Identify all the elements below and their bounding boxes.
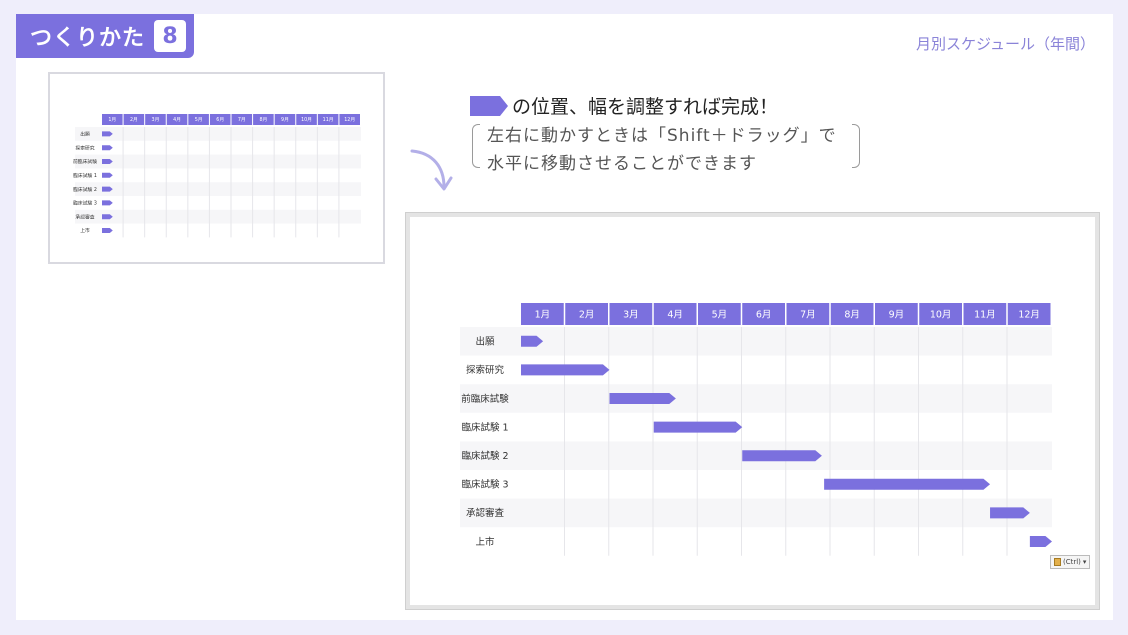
month-header-label: 6月 (756, 309, 772, 320)
month-header-label: 12月 (1018, 309, 1040, 320)
clipboard-icon (1054, 558, 1061, 566)
month-header-label: 8月 (259, 117, 267, 123)
section-label: 月別スケジュール（年間） (916, 35, 1095, 53)
task-bar (1029, 536, 1052, 547)
month-header-label: 7月 (238, 117, 246, 123)
month-header-label: 2月 (579, 309, 595, 320)
month-header-label: 10月 (930, 309, 952, 320)
callout-note-line1: 左右に動かすときは「Shift＋ドラッグ」で (487, 126, 837, 146)
gantt-chart-frame: 1月 2月 3月 4月 5月 6月 7月 8月 9月 10月 11月 12月出願探索研究前臨床試験臨床… (405, 212, 1100, 610)
bracket-left (472, 124, 480, 168)
task-label: 臨床試験 3 (461, 479, 508, 491)
callout-note-line2: 水平に移動させることができます (487, 154, 757, 174)
task-label: 前臨床試験 (73, 158, 97, 165)
task-bar (102, 228, 113, 233)
task-label: 臨床試験 1 (73, 172, 97, 179)
row-band (75, 182, 361, 196)
task-bar (102, 145, 113, 151)
task-bar (990, 507, 1030, 519)
task-bar (102, 172, 113, 178)
task-bar (521, 364, 610, 376)
curved-arrow-icon (410, 149, 453, 191)
step-badge: つくりかた 8 (16, 14, 194, 58)
pentagon-arrow-icon (470, 95, 508, 116)
task-bar (742, 450, 822, 462)
bracket-right (852, 124, 860, 168)
month-header-label: 4月 (173, 117, 181, 123)
preview-gantt: 1月 2月 3月 4月 5月 6月 7月 8月 9月 10月 11月 12月出願探索研究前臨床試験臨床… (73, 114, 361, 238)
chevron-down-icon: ▾ (1082, 558, 1087, 566)
task-label: 上市 (80, 227, 90, 234)
task-label: 臨床試験 3 (73, 200, 97, 207)
preview-thumbnail: 1月 2月 3月 4月 5月 6月 7月 8月 9月 10月 11月 12月出願探索研究前臨床試験臨床… (48, 72, 385, 264)
step-badge-title: つくりかた (30, 26, 146, 51)
task-label: 出願 (80, 131, 90, 138)
month-header-label: 5月 (195, 117, 203, 123)
month-header-label: 11月 (974, 309, 996, 320)
task-label: 上市 (475, 536, 495, 548)
task-label: 臨床試験 1 (461, 421, 508, 433)
month-header-label: 2月 (130, 117, 138, 123)
callout-note: 左右に動かすときは「Shift＋ドラッグ」で 水平に移動させることができます (487, 122, 837, 178)
month-header-label: 6月 (216, 117, 224, 123)
month-header-label: 1月 (535, 309, 551, 320)
task-bar (609, 393, 676, 404)
row-band (75, 209, 361, 224)
month-header-label: 4月 (667, 309, 683, 320)
task-label: 探索研究 (75, 144, 94, 151)
month-header-label: 11月 (323, 117, 334, 123)
task-label: 前臨床試験 (461, 393, 509, 405)
callout-heading: の位置、幅を調整すれば完成！ (470, 92, 778, 119)
task-label: 臨床試験 2 (461, 450, 508, 462)
paste-options-label: (Ctrl) (1063, 558, 1081, 566)
task-label: 承認審査 (75, 213, 94, 220)
month-header-label: 3月 (623, 309, 639, 320)
row-band (75, 154, 361, 169)
month-header-label: 10月 (301, 117, 312, 123)
month-header-label: 1月 (108, 117, 116, 123)
paste-options-button[interactable]: (Ctrl) ▾ (1050, 555, 1091, 569)
step-number: 8 (154, 20, 186, 52)
month-header-label: 12月 (344, 117, 355, 123)
task-bar (653, 421, 743, 433)
task-bar (824, 478, 991, 490)
gantt-chart: 1月 2月 3月 4月 5月 6月 7月 8月 9月 10月 11月 12月出願探索研究前臨床試験臨床… (460, 303, 1052, 556)
month-header-label: 3月 (152, 117, 160, 123)
row-band (75, 127, 361, 141)
task-bar (102, 200, 113, 206)
task-label: 探索研究 (466, 364, 505, 376)
task-label: 出願 (475, 336, 495, 348)
callout-title: の位置、幅を調整すれば完成！ (512, 96, 779, 118)
month-header-label: 7月 (800, 309, 816, 320)
month-header-label: 5月 (712, 309, 728, 320)
month-header-label: 9月 (281, 117, 289, 123)
task-label: 承認審査 (466, 507, 505, 519)
month-header-label: 9月 (889, 309, 905, 320)
month-header-label: 8月 (844, 309, 860, 320)
task-label: 臨床試験 2 (73, 186, 97, 193)
